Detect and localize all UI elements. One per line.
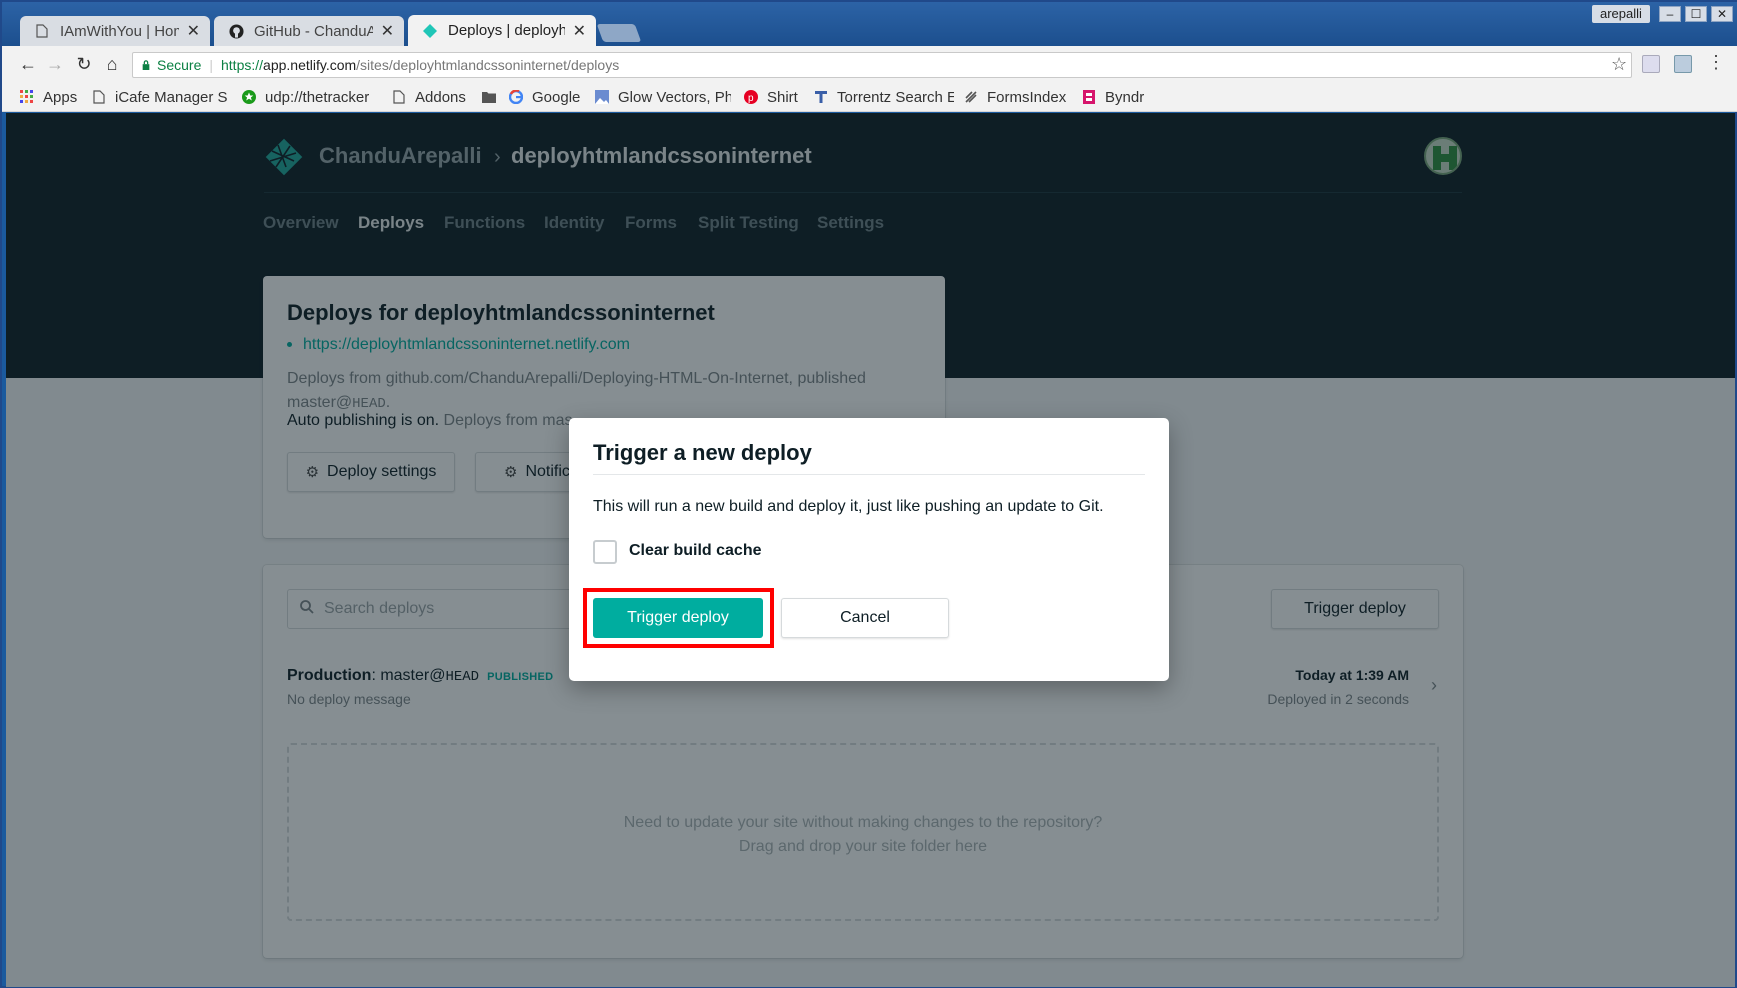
menu-icon[interactable]: ⋮ — [1707, 52, 1725, 73]
svg-text:p: p — [748, 93, 754, 104]
dialog-title: Trigger a new deploy — [593, 440, 812, 465]
back-icon[interactable]: ← — [18, 54, 38, 74]
star-badge-icon — [242, 90, 256, 104]
bookmark-folder[interactable] — [482, 82, 504, 112]
address-bar[interactable]: Secure | https://app.netlify.com/sites/d… — [132, 52, 1632, 78]
image-icon — [595, 90, 609, 104]
url-path: /sites/deployhtmlandcssoninternet/deploy… — [356, 57, 620, 73]
forms-icon — [965, 91, 977, 103]
bookmark-formsindex[interactable]: FormsIndex — [964, 82, 1074, 112]
bookmark-icafe[interactable]: iCafe Manager Se — [92, 82, 228, 112]
close-icon[interactable]: ✕ — [573, 21, 586, 41]
page-icon — [34, 23, 50, 39]
page-icon — [393, 90, 405, 104]
netlify-icon — [422, 23, 438, 39]
url-host: app.netlify.com — [263, 57, 357, 73]
bookmark-star-icon[interactable]: ☆ — [1611, 54, 1627, 75]
browser-window: IAmWithYou | Home ✕ GitHub - ChanduArepa… — [0, 0, 1737, 988]
pinterest-icon: p — [744, 90, 758, 104]
new-tab-button[interactable] — [596, 24, 642, 42]
forward-icon[interactable]: → — [45, 54, 65, 74]
trigger-deploy-dialog: Trigger a new deploy This will run a new… — [569, 418, 1169, 681]
bookmark-byndr[interactable]: Byndr — [1082, 82, 1152, 112]
bookmark-label: Shirt — [767, 88, 798, 106]
bookmark-shirt[interactable]: p Shirt — [744, 82, 806, 112]
clear-cache-checkbox[interactable] — [593, 540, 617, 564]
address-separator: | — [209, 57, 213, 73]
tab-deploys[interactable]: Deploys | deployhtmlandcss ✕ — [408, 15, 596, 46]
home-icon[interactable]: ⌂ — [102, 54, 122, 74]
bookmark-label: Byndr — [1105, 88, 1145, 106]
github-icon — [228, 23, 244, 39]
dialog-description: This will run a new build and deploy it,… — [593, 498, 1104, 515]
apps-grid-icon — [20, 90, 33, 103]
cancel-button[interactable]: Cancel — [781, 598, 949, 638]
bookmark-label: Apps — [43, 88, 78, 106]
google-icon — [509, 90, 523, 104]
secure-label: Secure — [157, 57, 202, 73]
bookmark-torrentz[interactable]: Torrentz Search E — [814, 82, 954, 112]
close-icon[interactable]: ✕ — [187, 21, 200, 41]
bookmark-udp[interactable]: udp://thetracker — [242, 82, 380, 112]
bookmark-label: iCafe Manager Se — [115, 88, 228, 106]
page-icon — [93, 90, 105, 104]
url-protocol: https:// — [221, 57, 264, 73]
tab-title: IAmWithYou | Home — [60, 22, 179, 40]
bookmark-label: Google — [532, 88, 581, 106]
bookmark-glow-vectors[interactable]: Glow Vectors, Ph — [595, 82, 731, 112]
bookmarks-bar: Apps iCafe Manager Se udp://thetracker A… — [2, 82, 1737, 112]
maximize-button[interactable]: ☐ — [1685, 6, 1707, 22]
bookmark-label: Addons — [415, 88, 466, 106]
torrentz-icon — [815, 91, 827, 103]
byndr-icon — [1083, 90, 1095, 104]
clear-cache-label[interactable]: Clear build cache — [629, 542, 762, 560]
bookmark-apps[interactable]: Apps — [20, 82, 82, 112]
tab-title: GitHub - ChanduArepalli — [254, 22, 373, 40]
bookmark-label: FormsIndex — [987, 88, 1067, 106]
confirm-trigger-deploy-button[interactable]: Trigger deploy — [593, 598, 763, 638]
reload-icon[interactable]: ↻ — [74, 54, 94, 74]
extension-icon[interactable] — [1674, 55, 1692, 73]
close-icon[interactable]: ✕ — [381, 21, 394, 41]
profile-name[interactable]: arepalli — [1592, 5, 1650, 23]
dialog-divider — [593, 474, 1145, 475]
tab-strip: IAmWithYou | Home ✕ GitHub - ChanduArepa… — [2, 2, 1737, 46]
bookmark-google[interactable]: Google — [509, 82, 585, 112]
lock-icon — [142, 60, 150, 70]
bookmark-addons[interactable]: Addons — [392, 82, 472, 112]
page-viewport: ChanduArepalli › deployhtmlandcssoninter… — [6, 113, 1735, 987]
minimize-button[interactable]: – — [1659, 6, 1681, 22]
tab-iamwithyou[interactable]: IAmWithYou | Home ✕ — [20, 16, 210, 46]
tab-github[interactable]: GitHub - ChanduArepalli ✕ — [214, 16, 404, 46]
tab-title: Deploys | deployhtmlandcss — [448, 22, 565, 39]
window-close-button[interactable]: ✕ — [1711, 6, 1733, 22]
bookmark-label: Torrentz Search E — [837, 88, 954, 106]
bookmark-label: udp://thetracker — [265, 88, 370, 106]
bookmark-label: Glow Vectors, Ph — [618, 88, 731, 106]
extension-icon[interactable] — [1642, 55, 1660, 73]
folder-icon — [482, 92, 496, 103]
